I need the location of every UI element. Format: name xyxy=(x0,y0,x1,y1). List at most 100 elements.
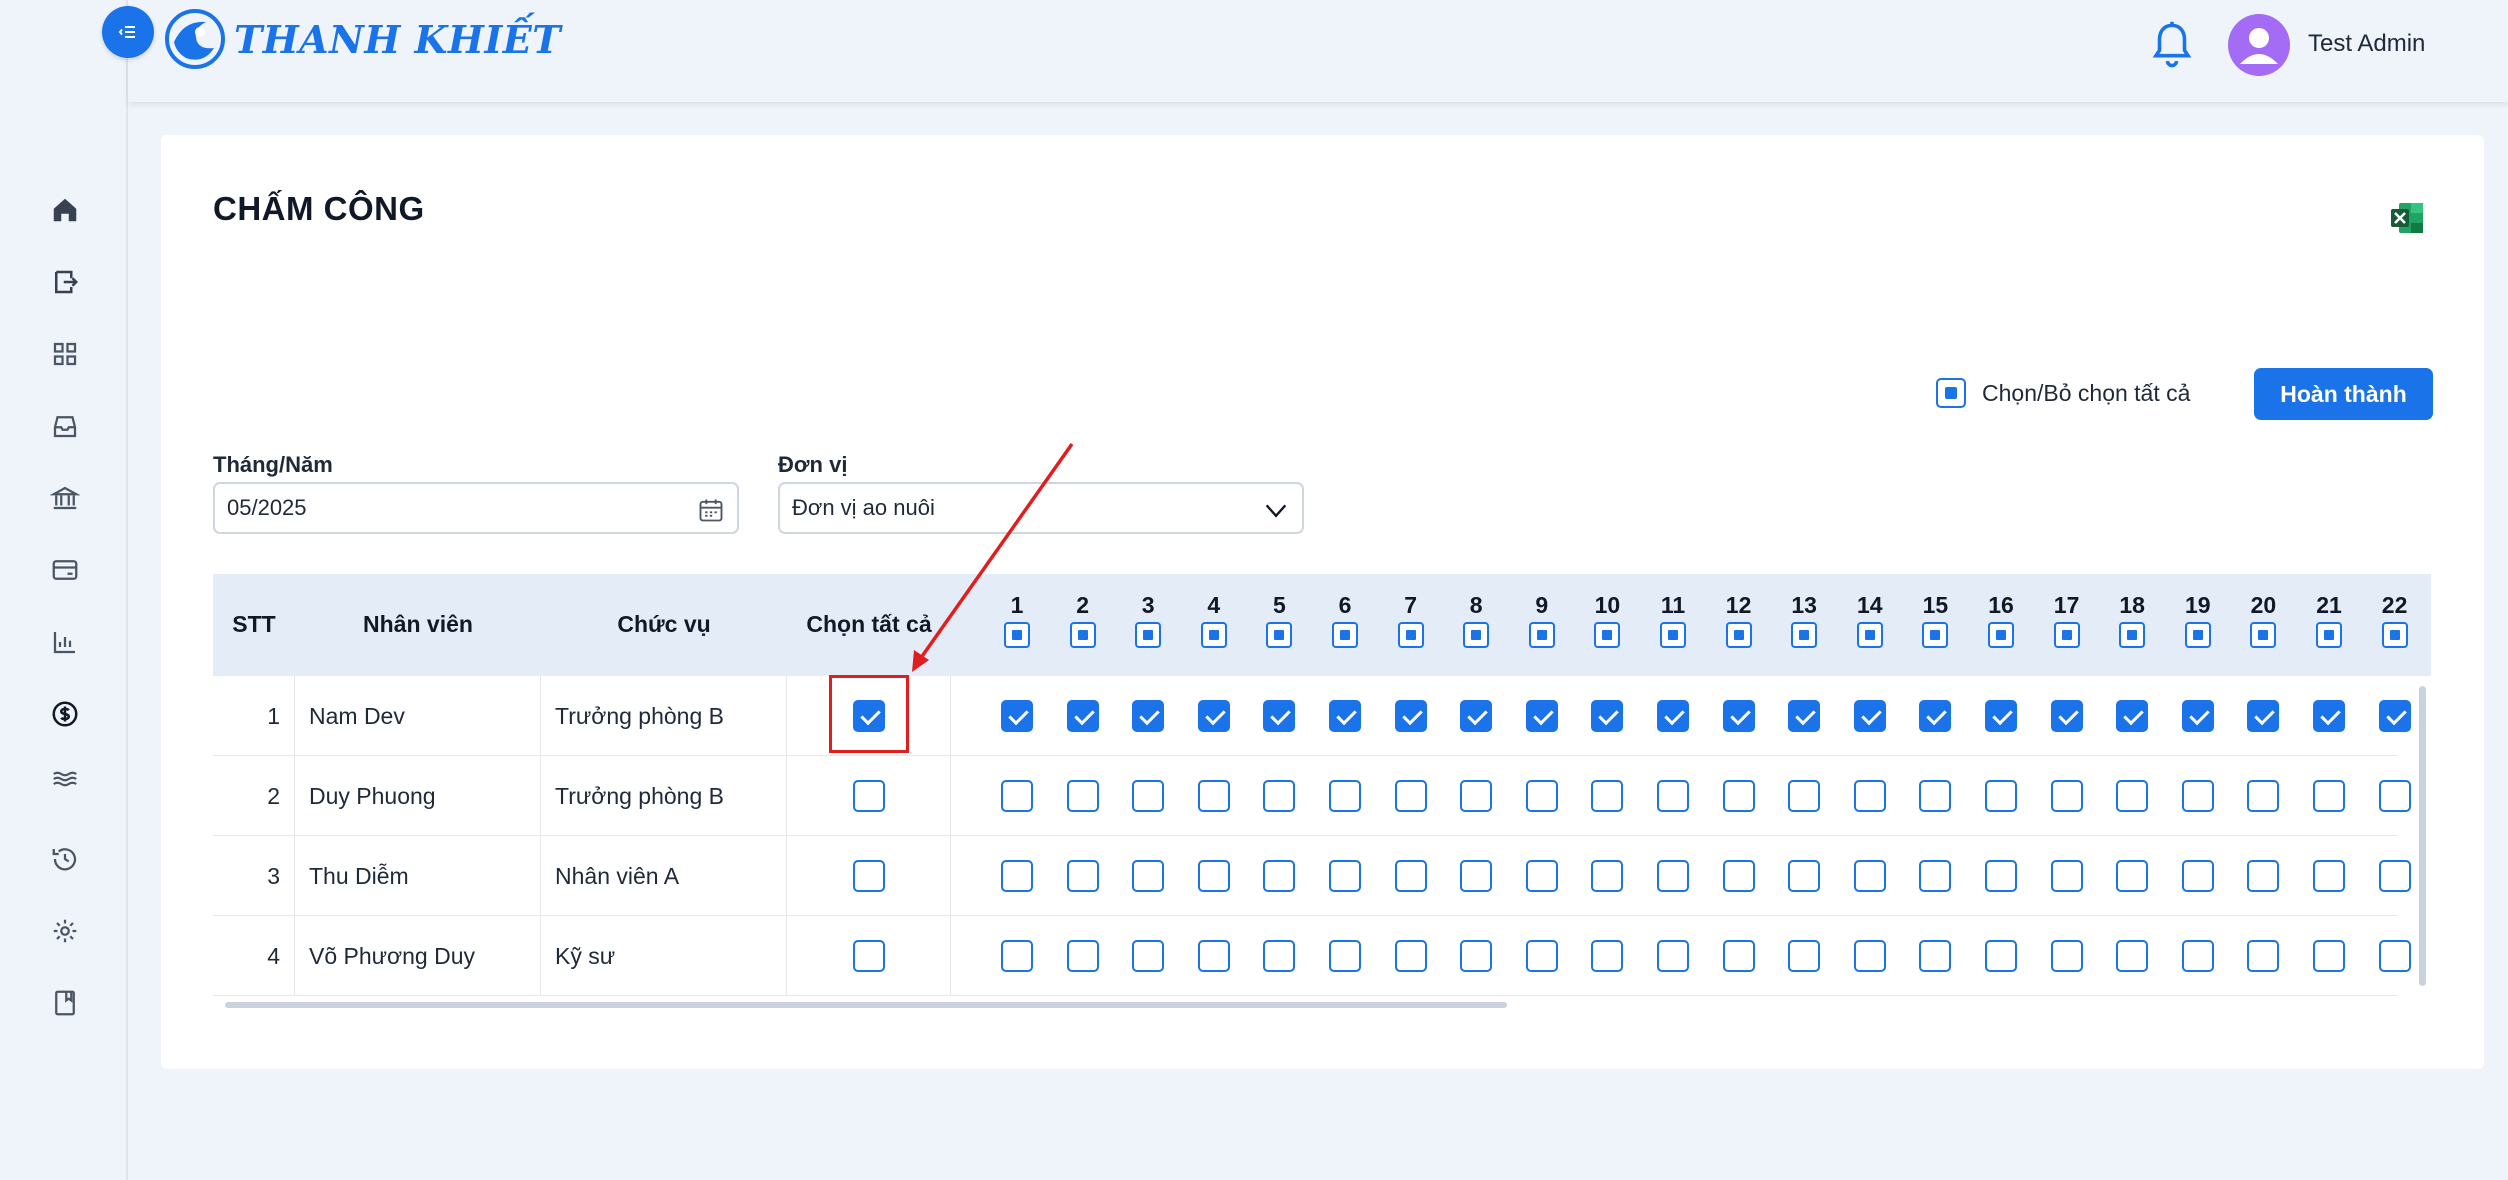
day-attendance-checkbox[interactable] xyxy=(2378,860,2411,892)
day-select-checkbox[interactable] xyxy=(1266,622,1293,648)
grid-icon[interactable] xyxy=(48,337,82,371)
day-attendance-checkbox[interactable] xyxy=(1001,940,1033,972)
day-attendance-checkbox[interactable] xyxy=(1394,700,1427,732)
day-attendance-checkbox[interactable] xyxy=(1657,780,1689,812)
day-select-checkbox[interactable] xyxy=(1004,622,1030,648)
day-attendance-checkbox[interactable] xyxy=(2050,940,2083,972)
day-attendance-checkbox[interactable] xyxy=(1132,780,1165,812)
day-attendance-checkbox[interactable] xyxy=(2313,780,2345,812)
day-attendance-checkbox[interactable] xyxy=(1853,780,1886,812)
day-select-checkbox[interactable] xyxy=(1988,622,2014,648)
complete-button[interactable]: Hoàn thành xyxy=(2254,368,2433,420)
day-attendance-checkbox[interactable] xyxy=(1132,940,1165,972)
day-attendance-checkbox[interactable] xyxy=(2378,700,2411,732)
day-attendance-checkbox[interactable] xyxy=(1985,860,2017,892)
export-icon[interactable] xyxy=(48,265,82,299)
day-select-checkbox[interactable] xyxy=(1660,622,1686,648)
waves-icon[interactable] xyxy=(48,762,82,796)
day-attendance-checkbox[interactable] xyxy=(1001,780,1033,812)
day-attendance-checkbox[interactable] xyxy=(2050,780,2083,812)
day-attendance-checkbox[interactable] xyxy=(1788,860,1821,892)
day-attendance-checkbox[interactable] xyxy=(1263,940,1296,972)
day-attendance-checkbox[interactable] xyxy=(2181,700,2214,732)
day-attendance-checkbox[interactable] xyxy=(1591,860,1624,892)
day-select-checkbox[interactable] xyxy=(1528,622,1555,648)
day-select-checkbox[interactable] xyxy=(1135,622,1162,648)
day-select-checkbox[interactable] xyxy=(2250,622,2277,648)
gear-icon[interactable] xyxy=(48,914,82,948)
day-attendance-checkbox[interactable] xyxy=(1329,780,1361,812)
home-icon[interactable] xyxy=(48,193,82,227)
day-attendance-checkbox[interactable] xyxy=(2378,780,2411,812)
day-attendance-checkbox[interactable] xyxy=(1853,940,1886,972)
day-attendance-checkbox[interactable] xyxy=(2181,780,2214,812)
select-all-toggle[interactable]: Chọn/Bỏ chọn tất cả xyxy=(1936,378,2190,408)
day-attendance-checkbox[interactable] xyxy=(1460,780,1493,812)
brand-logo[interactable]: THANH KHIẾT xyxy=(164,8,561,70)
day-attendance-checkbox[interactable] xyxy=(2116,860,2149,892)
day-attendance-checkbox[interactable] xyxy=(1066,700,1099,732)
day-attendance-checkbox[interactable] xyxy=(1788,780,1821,812)
day-attendance-checkbox[interactable] xyxy=(1197,700,1230,732)
day-attendance-checkbox[interactable] xyxy=(1919,860,1952,892)
day-attendance-checkbox[interactable] xyxy=(2116,700,2149,732)
day-attendance-checkbox[interactable] xyxy=(2050,700,2083,732)
day-attendance-checkbox[interactable] xyxy=(1919,780,1952,812)
day-attendance-checkbox[interactable] xyxy=(1263,780,1296,812)
day-select-checkbox[interactable] xyxy=(1069,622,1096,648)
day-attendance-checkbox[interactable] xyxy=(2313,700,2345,732)
horizontal-scrollbar[interactable] xyxy=(225,1002,1507,1008)
day-attendance-checkbox[interactable] xyxy=(1788,940,1821,972)
day-attendance-checkbox[interactable] xyxy=(1197,780,1230,812)
day-attendance-checkbox[interactable] xyxy=(1722,700,1755,732)
day-attendance-checkbox[interactable] xyxy=(1722,940,1755,972)
day-attendance-checkbox[interactable] xyxy=(1132,700,1165,732)
day-attendance-checkbox[interactable] xyxy=(1329,860,1361,892)
day-select-checkbox[interactable] xyxy=(2053,622,2080,648)
day-attendance-checkbox[interactable] xyxy=(1460,860,1493,892)
day-attendance-checkbox[interactable] xyxy=(2050,860,2083,892)
day-attendance-checkbox[interactable] xyxy=(1788,700,1821,732)
day-select-checkbox[interactable] xyxy=(2119,622,2146,648)
day-attendance-checkbox[interactable] xyxy=(1919,700,1952,732)
history-icon[interactable] xyxy=(48,842,82,876)
day-attendance-checkbox[interactable] xyxy=(2378,940,2411,972)
chart-icon[interactable] xyxy=(48,625,82,659)
calendar-icon[interactable] xyxy=(697,496,725,524)
day-attendance-checkbox[interactable] xyxy=(1066,940,1099,972)
day-select-checkbox[interactable] xyxy=(1200,622,1227,648)
day-attendance-checkbox[interactable] xyxy=(1853,860,1886,892)
day-select-checkbox[interactable] xyxy=(2316,622,2342,648)
day-attendance-checkbox[interactable] xyxy=(1197,860,1230,892)
day-attendance-checkbox[interactable] xyxy=(1263,700,1296,732)
day-attendance-checkbox[interactable] xyxy=(2116,780,2149,812)
day-select-checkbox[interactable] xyxy=(1791,622,1818,648)
bank-icon[interactable] xyxy=(48,481,82,515)
row-select-checkbox[interactable] xyxy=(852,780,885,812)
bell-icon[interactable] xyxy=(2150,20,2194,70)
day-attendance-checkbox[interactable] xyxy=(1329,940,1361,972)
day-attendance-checkbox[interactable] xyxy=(1722,860,1755,892)
excel-export-icon[interactable] xyxy=(2389,200,2425,236)
day-attendance-checkbox[interactable] xyxy=(1985,700,2017,732)
day-attendance-checkbox[interactable] xyxy=(1132,860,1165,892)
day-select-checkbox[interactable] xyxy=(2184,622,2211,648)
unit-select[interactable]: Đơn vị ao nuôi xyxy=(778,482,1304,534)
day-attendance-checkbox[interactable] xyxy=(2116,940,2149,972)
day-select-checkbox[interactable] xyxy=(1922,622,1949,648)
vertical-scrollbar[interactable] xyxy=(2419,686,2426,986)
select-all-checkbox[interactable] xyxy=(1936,378,1966,408)
user-name[interactable]: Test Admin xyxy=(2308,30,2425,58)
day-attendance-checkbox[interactable] xyxy=(2247,860,2280,892)
day-attendance-checkbox[interactable] xyxy=(1066,780,1099,812)
day-attendance-checkbox[interactable] xyxy=(1525,940,1558,972)
day-attendance-checkbox[interactable] xyxy=(1591,940,1624,972)
day-attendance-checkbox[interactable] xyxy=(1460,940,1493,972)
book-icon[interactable] xyxy=(48,986,82,1020)
row-select-checkbox[interactable] xyxy=(852,860,885,892)
day-select-checkbox[interactable] xyxy=(1594,622,1621,648)
day-attendance-checkbox[interactable] xyxy=(1066,860,1099,892)
day-attendance-checkbox[interactable] xyxy=(1591,780,1624,812)
day-attendance-checkbox[interactable] xyxy=(1722,780,1755,812)
day-attendance-checkbox[interactable] xyxy=(2247,700,2280,732)
